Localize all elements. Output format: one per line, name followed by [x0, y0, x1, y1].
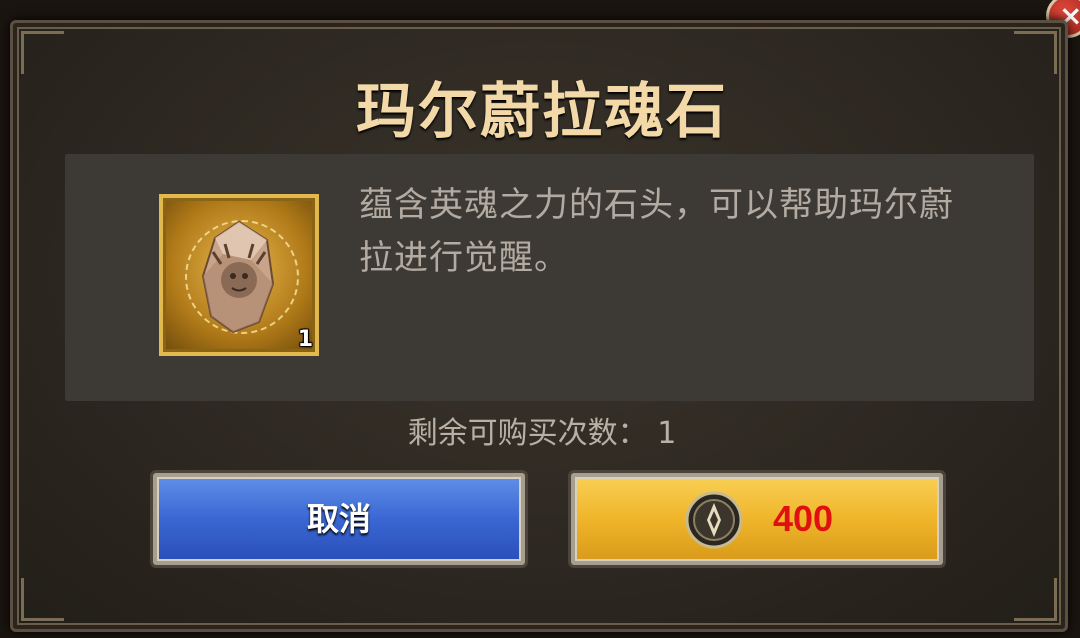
dialog-corner-ornament: [1014, 578, 1057, 621]
cancel-button[interactable]: 取消: [153, 473, 525, 565]
cancel-button-label: 取消: [306, 500, 371, 538]
price-label: 400: [773, 498, 834, 539]
remaining-purchases: 剩余可购买次数： 1: [407, 416, 677, 451]
dialog-title: 玛尔蔚拉魂石: [356, 77, 728, 147]
dialog-corner-ornament: [21, 578, 64, 621]
rune-coin-icon: [685, 491, 743, 549]
purchase-dialog: 玛尔蔚拉魂石 1 蕴含英魂之力的石头，可以帮助玛尔蔚拉进行觉醒。 剩余可购买次数…: [10, 20, 1068, 632]
item-slot[interactable]: 1: [159, 194, 319, 356]
item-count: 1: [297, 327, 313, 352]
buy-button[interactable]: 400: [571, 473, 943, 565]
item-info-panel: 1 蕴含英魂之力的石头，可以帮助玛尔蔚拉进行觉醒。: [65, 154, 1034, 401]
item-description: 蕴含英魂之力的石头，可以帮助玛尔蔚拉进行觉醒。: [359, 185, 954, 278]
soul-stone-icon: [201, 220, 275, 334]
